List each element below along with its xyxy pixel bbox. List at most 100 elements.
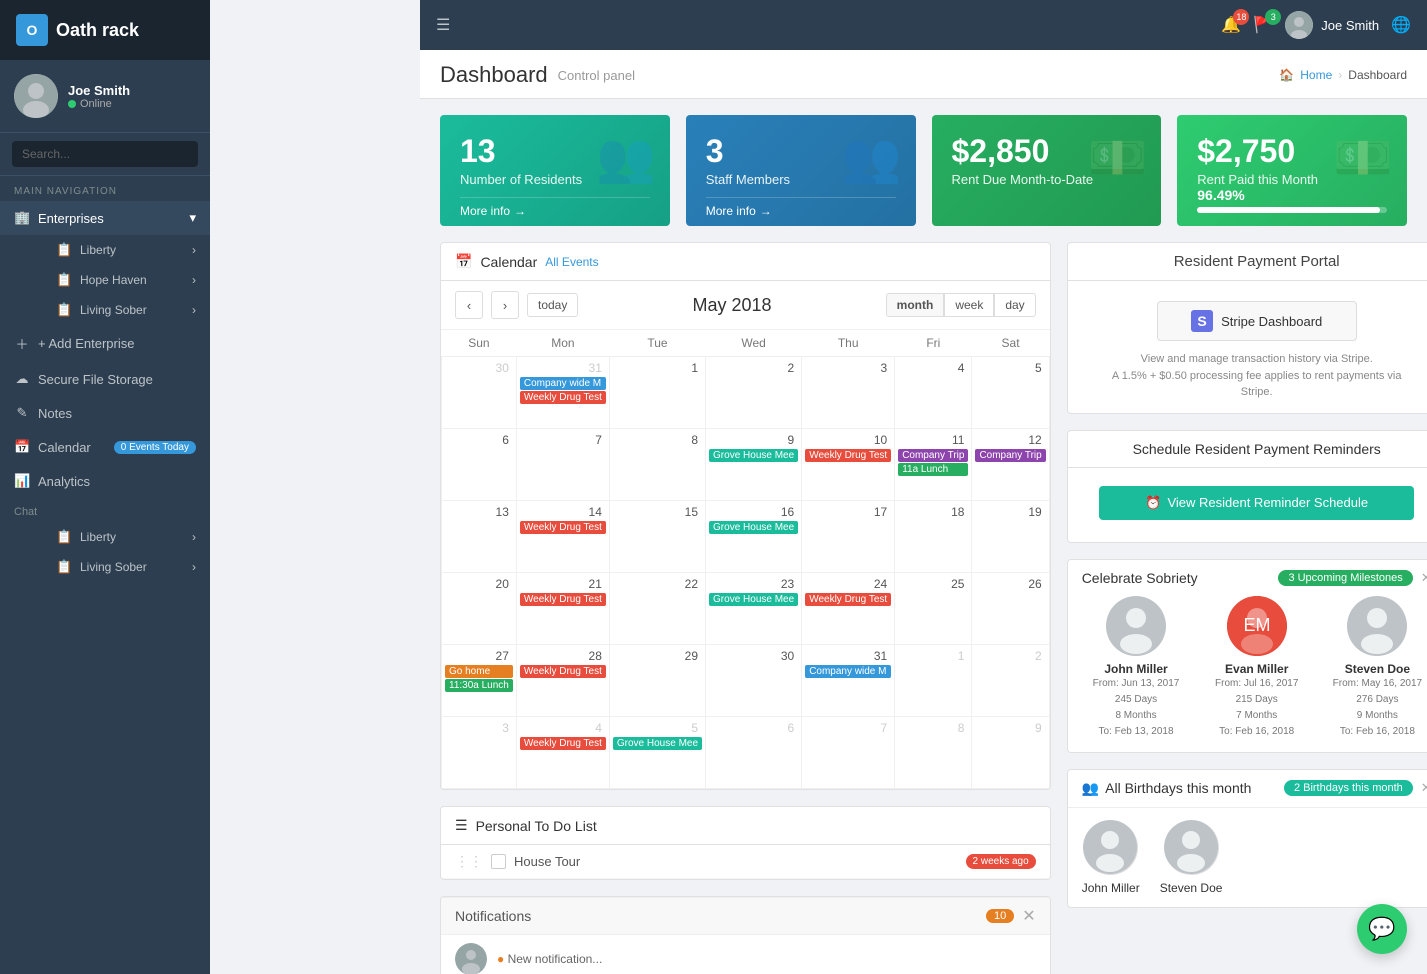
page-title: Dashboard — [440, 62, 548, 88]
nav-section-label: MAIN NAVIGATION — [0, 176, 210, 201]
sobriety-close-button[interactable]: ✕ — [1421, 570, 1427, 586]
cal-event[interactable]: Weekly Drug Test — [805, 449, 891, 462]
breadcrumb-current: Dashboard — [1348, 68, 1407, 82]
calendar-card-icon: 📅 — [455, 253, 472, 270]
birthdays-persons: John Miller Steven Doe — [1068, 808, 1427, 907]
cal-day-wed: Wed — [706, 330, 802, 357]
stripe-btn-label: Stripe Dashboard — [1221, 314, 1322, 329]
cal-view-day[interactable]: day — [994, 293, 1035, 317]
cal-event[interactable]: Company Trip — [975, 449, 1045, 462]
app-logo[interactable]: O Oath rack — [0, 0, 210, 60]
birthday-avatar-0 — [1083, 820, 1138, 875]
cal-cell-may28: 28 Weekly Drug Test — [516, 645, 609, 717]
sidebar-item-calendar[interactable]: 📅 Calendar 0 Events Today — [0, 430, 210, 464]
main-content: ☰ 🔔 18 🚩 3 Joe Smith 🌐 Dashboa — [420, 0, 1427, 974]
cal-event[interactable]: Weekly Drug Test — [520, 665, 606, 678]
cal-cell-may1: 1 — [609, 357, 705, 429]
cal-event[interactable]: Company Trip — [898, 449, 968, 462]
residents-more-info[interactable]: More info → — [460, 197, 650, 226]
cal-prev-button[interactable]: ‹ — [455, 291, 483, 319]
cal-view-month[interactable]: month — [886, 293, 945, 317]
arrow-icon2: → — [760, 204, 772, 218]
search-input[interactable] — [12, 141, 198, 167]
cal-cell-may29: 29 — [609, 645, 705, 717]
notifications-button[interactable]: 🔔 18 — [1221, 15, 1241, 35]
cal-cell-jun4: 4 Weekly Drug Test — [516, 717, 609, 789]
birthdays-close-button[interactable]: ✕ — [1421, 780, 1427, 796]
sobriety-name-2: Steven Doe — [1317, 662, 1427, 676]
cal-event[interactable]: Weekly Drug Test — [520, 391, 606, 404]
birthdays-header: 👥 All Birthdays this month 2 Birthdays t… — [1068, 770, 1427, 808]
chat-living-sober-icon: 📋 — [56, 559, 72, 575]
add-enterprise-label: + Add Enterprise — [38, 336, 134, 351]
birthday-avatar-1 — [1164, 820, 1219, 875]
globe-button[interactable]: 🌐 — [1391, 15, 1411, 35]
cal-event[interactable]: Company wide M — [805, 665, 891, 678]
cal-event[interactable]: Weekly Drug Test — [520, 593, 606, 606]
breadcrumb-home[interactable]: Home — [1300, 68, 1332, 82]
search-bar — [0, 133, 210, 176]
sobriety-person-0: John Miller From: Jun 13, 2017 245 Days … — [1076, 596, 1197, 740]
stat-card-residents: 👥 13 Number of Residents More info → — [440, 115, 670, 226]
cal-event[interactable]: Company wide M — [520, 377, 606, 390]
cal-cell-may11: 11 Company Trip 11a Lunch — [895, 429, 972, 501]
sidebar-item-analytics[interactable]: 📊 Analytics — [0, 464, 210, 498]
cal-event[interactable]: Weekly Drug Test — [520, 737, 606, 750]
stat-card-rent-paid: 💵 $2,750 Rent Paid this Month 96.49% — [1177, 115, 1407, 226]
sidebar-item-liberty[interactable]: 📋 Liberty › — [28, 235, 210, 265]
hamburger-icon[interactable]: ☰ — [436, 15, 450, 35]
left-column: 📅 Calendar All Events ‹ › today May 2018… — [440, 242, 1051, 974]
sidebar-item-notes[interactable]: ✎ Notes — [0, 396, 210, 430]
sidebar-item-enterprises[interactable]: 🏢 Enterprises ▾ — [0, 201, 210, 235]
drag-handle-icon[interactable]: ⋮⋮ — [455, 853, 483, 870]
payment-portal-card: Resident Payment Portal S Stripe Dashboa… — [1067, 242, 1427, 414]
view-reminder-button[interactable]: ⏰ View Resident Reminder Schedule — [1099, 486, 1414, 520]
todo-header: ☰ Personal To Do List — [441, 807, 1050, 845]
cal-event[interactable]: 11a Lunch — [898, 463, 968, 476]
chat-bubble-button[interactable]: 💬 — [1357, 904, 1407, 954]
sidebar-chat-living-sober[interactable]: 📋 Living Sober › — [28, 552, 210, 582]
topbar-avatar — [1285, 11, 1313, 39]
cal-row-5: 27 Go home 11:30a Lunch 28 Weekly Drug T… — [442, 645, 1050, 717]
user-menu[interactable]: Joe Smith — [1285, 11, 1379, 39]
sidebar-item-hope-haven[interactable]: 📋 Hope Haven › — [28, 265, 210, 295]
stripe-button[interactable]: S Stripe Dashboard — [1157, 301, 1357, 341]
cal-cell-may3: 3 — [802, 357, 895, 429]
topbar: ☰ 🔔 18 🚩 3 Joe Smith 🌐 — [420, 0, 1427, 50]
cal-next-button[interactable]: › — [491, 291, 519, 319]
cal-cell-jun1: 1 — [895, 645, 972, 717]
todo-checkbox[interactable] — [491, 854, 506, 869]
notifications-card: Notifications 10 ✕ ● — [440, 896, 1051, 974]
sidebar-item-secure-file[interactable]: ☁ Secure File Storage — [0, 362, 210, 396]
cal-view-week[interactable]: week — [944, 293, 994, 317]
flag-button[interactable]: 🚩 3 — [1253, 15, 1273, 35]
notifications-header: Notifications 10 ✕ — [441, 897, 1050, 935]
todo-card: ☰ Personal To Do List ⋮⋮ House Tour 2 we… — [440, 806, 1051, 880]
cal-event[interactable]: Weekly Drug Test — [805, 593, 891, 606]
all-events-link[interactable]: All Events — [545, 255, 598, 269]
cal-event[interactable]: 11:30a Lunch — [445, 679, 513, 692]
cal-cell-jun8: 8 — [895, 717, 972, 789]
cal-event[interactable]: Grove House Mee — [613, 737, 702, 750]
cal-event[interactable]: Grove House Mee — [709, 449, 798, 462]
cal-event[interactable]: Weekly Drug Test — [520, 521, 606, 534]
chat-section-label: Chat — [0, 498, 210, 522]
page-header: Dashboard Control panel 🏠 Home › Dashboa… — [420, 50, 1427, 99]
todo-item: ⋮⋮ House Tour 2 weeks ago — [441, 845, 1050, 879]
notif-close-button[interactable]: ✕ — [1022, 906, 1035, 926]
cal-today-button[interactable]: today — [527, 293, 578, 317]
staff-more-info[interactable]: More info → — [706, 197, 896, 226]
analytics-icon: 📊 — [14, 473, 30, 489]
birthday-name-0: John Miller — [1082, 881, 1140, 895]
notif-count-badge: 18 — [1233, 9, 1249, 25]
cal-event[interactable]: Grove House Mee — [709, 521, 798, 534]
sidebar-chat-liberty[interactable]: 📋 Liberty › — [28, 522, 210, 552]
cal-event[interactable]: Grove House Mee — [709, 593, 798, 606]
progress-fill — [1197, 207, 1380, 213]
sidebar-item-add-enterprise[interactable]: ＋ + Add Enterprise — [0, 325, 210, 362]
sidebar-item-living-sober[interactable]: 📋 Living Sober › — [28, 295, 210, 325]
calendar-nav: ‹ › today May 2018 month week day — [441, 281, 1050, 330]
cal-event[interactable]: Go home — [445, 665, 513, 678]
reminder-card: Schedule Resident Payment Reminders ⏰ Vi… — [1067, 430, 1427, 543]
cal-cell-may12: 12 Company Trip — [972, 429, 1049, 501]
